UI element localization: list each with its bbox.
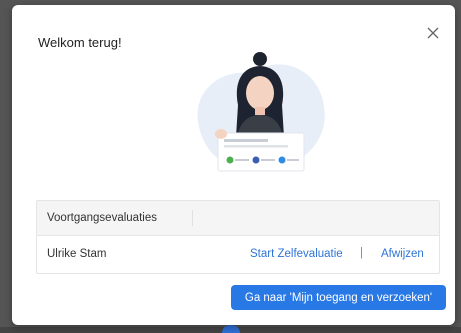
start-self-evaluation-link[interactable]: Start Zelfevaluatie: [250, 248, 343, 260]
dialog-title: Welkom terug!: [38, 35, 122, 50]
table-header: Voortgangsevaluaties: [37, 201, 439, 236]
person-presenting-checklist-illustration: [197, 52, 325, 172]
background-avatar: [222, 325, 240, 333]
close-icon: [427, 27, 439, 39]
action-separator: |: [360, 247, 363, 259]
go-to-access-requests-button[interactable]: Ga naar 'Mijn toegang en verzoeken': [231, 285, 446, 310]
column-header: Voortgangsevaluaties: [47, 212, 157, 224]
progress-evaluations-table: Voortgangsevaluaties Ulrike Stam Start Z…: [36, 200, 440, 274]
welcome-dialog: Welkom terug! Voortgangsevaluaties Ulrik…: [12, 5, 455, 325]
table-row: Ulrike Stam Start Zelfevaluatie | Afwijz…: [37, 236, 439, 273]
column-divider: [192, 210, 193, 226]
person-name: Ulrike Stam: [47, 248, 107, 260]
reject-link[interactable]: Afwijzen: [381, 248, 424, 260]
close-button[interactable]: [423, 23, 443, 43]
